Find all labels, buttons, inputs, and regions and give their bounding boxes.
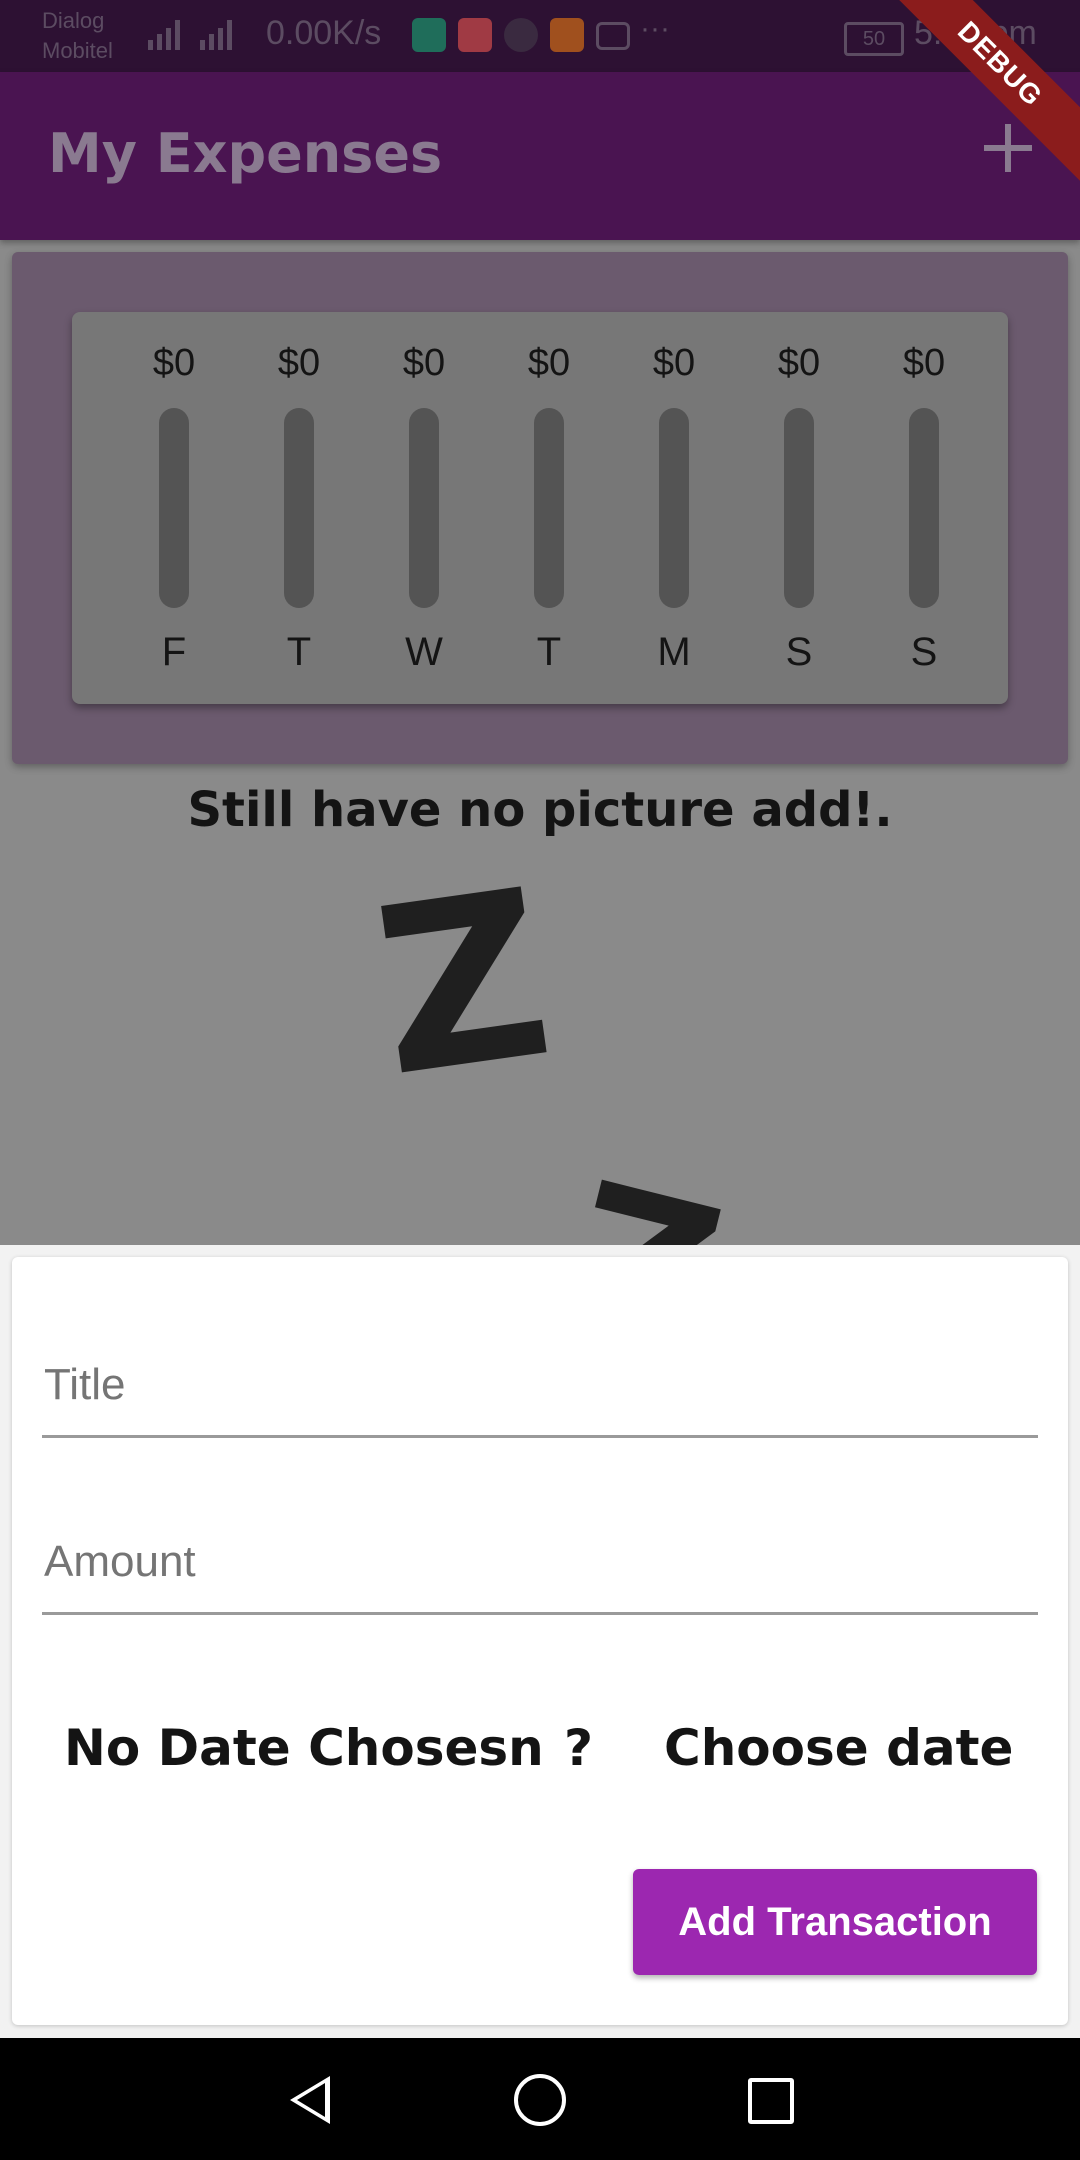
carrier-name: Dialog Mobitel <box>42 6 113 66</box>
signal-strength-icon-2 <box>200 18 232 50</box>
battery-icon: 50 <box>844 22 904 56</box>
title-field[interactable] <box>42 1315 1042 1438</box>
chart-card: $0 F $0 T $0 W $0 T $0 M $0 S $0 S <box>12 252 1068 764</box>
shield-app-icon <box>412 18 446 52</box>
amount-input[interactable] <box>42 1536 1042 1588</box>
amount-field[interactable] <box>42 1492 1042 1615</box>
home-icon[interactable] <box>514 2074 566 2126</box>
title-input[interactable] <box>42 1359 1042 1411</box>
app-bar: My Expenses <box>0 72 1080 240</box>
bar-track <box>534 408 564 608</box>
bar-amount-label: $0 <box>152 342 196 384</box>
bar-amount-label: $0 <box>277 342 321 384</box>
bar-amount-label: $0 <box>902 342 946 384</box>
bar-day-label: F <box>161 630 187 674</box>
chart-bar-column: $0 S <box>749 312 849 704</box>
empty-state-message: Still have no picture add!. <box>187 782 893 838</box>
recent-apps-icon[interactable] <box>748 2078 794 2124</box>
carrier-line-1: Dialog <box>42 8 105 33</box>
bar-day-label: T <box>536 630 562 674</box>
date-separator: ? <box>564 1719 594 1777</box>
system-nav-bar <box>0 2038 1080 2160</box>
chart-bar-column: $0 W <box>374 312 474 704</box>
date-status-label: No Date Chosesn <box>64 1719 544 1777</box>
sleep-z-large: Z <box>362 840 565 1129</box>
laptop-icon <box>596 22 630 50</box>
more-notifications-icon: ··· <box>640 12 670 45</box>
carrier-line-2: Mobitel <box>42 38 113 63</box>
bar-day-label: S <box>910 630 938 674</box>
bar-track <box>284 408 314 608</box>
huawei-app-icon <box>458 18 492 52</box>
bar-amount-label: $0 <box>652 342 696 384</box>
bar-track <box>784 408 814 608</box>
network-speed: 0.00K/s <box>266 14 382 52</box>
aliexpress-app-icon <box>550 18 584 52</box>
choose-date-button[interactable]: Choose date <box>664 1719 1013 1777</box>
notification-icons <box>412 18 630 52</box>
add-transaction-button[interactable]: Add Transaction <box>633 1869 1037 1975</box>
back-icon[interactable] <box>290 2076 330 2124</box>
bar-amount-label: $0 <box>777 342 821 384</box>
bar-track <box>409 408 439 608</box>
bar-track <box>909 408 939 608</box>
weekly-chart: $0 F $0 T $0 W $0 T $0 M $0 S $0 S <box>72 312 1008 704</box>
chat-icon <box>504 18 538 52</box>
signal-strength-icon <box>148 18 180 50</box>
bar-amount-label: $0 <box>402 342 446 384</box>
bar-day-label: S <box>785 630 813 674</box>
bar-day-label: W <box>405 630 443 674</box>
bar-day-label: T <box>286 630 312 674</box>
date-row: No Date Chosesn ? Choose date <box>12 1707 1068 1787</box>
bar-track <box>659 408 689 608</box>
chart-bar-column: $0 F <box>124 312 224 704</box>
chart-bar-column: $0 S <box>874 312 974 704</box>
chart-bar-column: $0 M <box>624 312 724 704</box>
bar-day-label: M <box>657 630 691 674</box>
bar-amount-label: $0 <box>527 342 571 384</box>
chart-bar-column: $0 T <box>249 312 349 704</box>
chart-bar-column: $0 T <box>499 312 599 704</box>
page-title: My Expenses <box>48 122 443 185</box>
new-transaction-form: No Date Chosesn ? Choose date Add Transa… <box>12 1257 1068 2025</box>
bar-track <box>159 408 189 608</box>
